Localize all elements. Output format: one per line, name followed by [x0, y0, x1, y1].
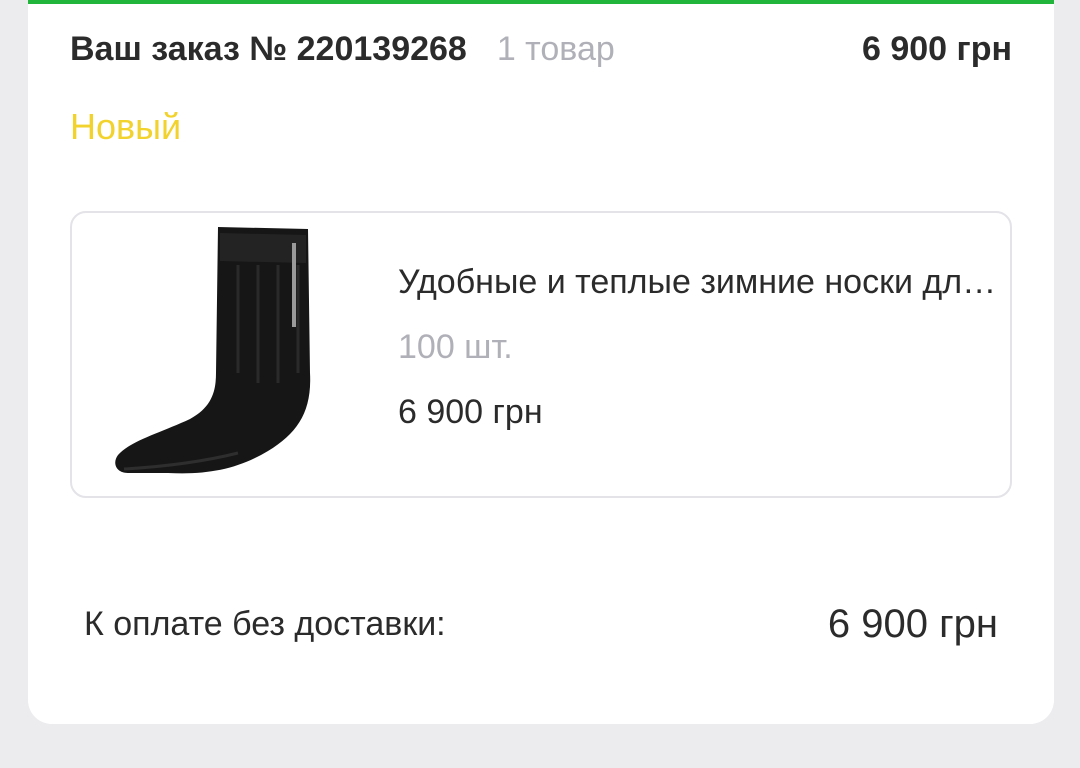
order-header: Ваш заказ № 220139268 1 товар 6 900 грн: [70, 24, 1012, 74]
order-card: Ваш заказ № 220139268 1 товар 6 900 грн …: [28, 0, 1054, 724]
payment-label: К оплате без доставки:: [84, 604, 446, 643]
order-items-count: 1 товар: [496, 29, 615, 68]
order-card-body: Ваш заказ № 220139268 1 товар 6 900 грн …: [28, 4, 1054, 724]
product-quantity: 100 шт.: [398, 328, 513, 366]
payment-summary: К оплате без доставки: 6 900 грн: [84, 594, 998, 654]
product-price: 6 900 грн: [398, 393, 543, 431]
order-title: Ваш заказ № 220139268: [70, 29, 467, 68]
order-total: 6 900 грн: [862, 29, 1012, 68]
product-info: Удобные и теплые зимние носки для мужчин…: [398, 263, 998, 432]
product-item[interactable]: Удобные и теплые зимние носки для мужчин…: [70, 211, 1012, 498]
order-status: Новый: [70, 106, 182, 147]
sock-icon: [115, 227, 311, 474]
payment-total: 6 900 грн: [827, 601, 998, 646]
product-name[interactable]: Удобные и теплые зимние носки для мужчин: [398, 263, 998, 302]
product-image[interactable]: [108, 223, 348, 487]
